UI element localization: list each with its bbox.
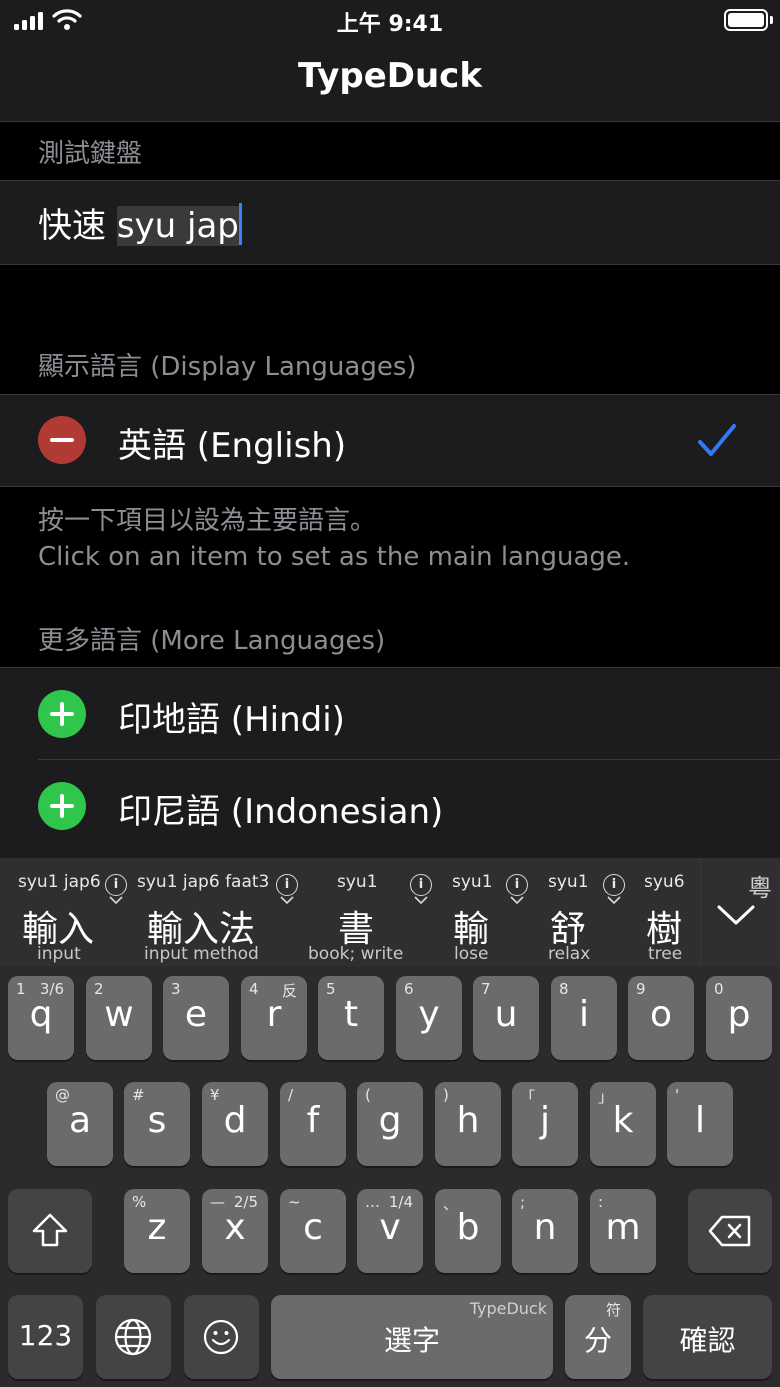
key-a[interactable]: @ a [47,1082,113,1166]
committed-text: 快速 [38,206,106,246]
info-icon[interactable]: i [506,874,528,896]
candidate-gloss: tree [648,944,683,964]
shift-key[interactable] [8,1189,92,1273]
key-k[interactable]: 」 k [590,1082,656,1166]
battery-tip [770,16,773,24]
info-icon[interactable]: i [276,874,298,896]
candidate-jyutping: syu1 jap6 faat3 [137,872,270,892]
key-j[interactable]: 「j [512,1082,578,1166]
candidate-jyutping: syu1 jap6 [18,872,101,892]
key-b[interactable]: 、 b [435,1189,501,1273]
more-languages-header: 更多語言 (More Languages) [38,626,386,656]
key-t[interactable]: 5t [318,976,384,1060]
backspace-key[interactable] [688,1189,772,1273]
candidate-gloss: lose [454,944,489,964]
chevron-down-icon [280,896,294,904]
key-e[interactable]: 3e [163,976,229,1060]
row-separator [38,759,780,760]
key-n[interactable]: ; n [512,1189,578,1273]
language-row-english[interactable] [0,394,780,487]
emoji-key[interactable] [184,1295,259,1379]
info-icon[interactable]: i [603,874,625,896]
checkmark-icon [698,424,736,456]
candidate-gloss: book; write [308,944,404,964]
battery-icon [724,9,768,31]
display-languages-footer: 按一下項目以設為主要語言。 Click on an item to set as… [38,503,630,575]
key-g[interactable]: (g [357,1082,423,1166]
key-u[interactable]: 7u [473,976,539,1060]
candidate-jyutping: syu6 [644,872,685,892]
key-q[interactable]: 1 3/6 q [8,976,74,1060]
candidate-jyutping: syu1 [452,872,493,892]
footer-text-en: Click on an item to set as the main lang… [38,542,631,572]
key-f[interactable]: / f [280,1082,346,1166]
navigation-bar: TypeDuck [0,40,780,122]
marked-text: syu jap [116,206,239,246]
numbers-key[interactable]: 123 [8,1295,83,1379]
candidate-bar: syu1 jap6 輸入 input i syu1 jap6 faat3 輸入法… [0,858,780,966]
backspace-icon [708,1215,751,1247]
language-label-indonesian[interactable]: 印尼語 (Indonesian) [118,784,443,833]
test-text-input[interactable]: 快速 syu jap [38,198,242,247]
chevron-down-icon [510,896,524,904]
chevron-down-icon [109,896,123,904]
language-indicator: 粵 [748,874,772,902]
candidate-5[interactable]: syu6 樹 tree [644,866,694,966]
language-label-hindi[interactable]: 印地語 (Hindi) [118,692,345,741]
candidate-2[interactable]: syu1 書 book; write [306,866,406,966]
confirm-key[interactable]: 確認 [643,1295,772,1379]
globe-icon [114,1318,152,1356]
key-z[interactable]: % z [124,1189,190,1273]
key-x[interactable]: —2/5 x [202,1189,268,1273]
key-d[interactable]: ¥ d [202,1082,268,1166]
status-time: 上午 9:41 [336,12,444,37]
key-p[interactable]: 0p [706,976,772,1060]
key-i[interactable]: 8i [551,976,617,1060]
candidate-3[interactable]: syu1 輸 lose [452,866,502,966]
globe-key[interactable] [96,1295,171,1379]
display-languages-header: 顯示語言 (Display Languages) [38,352,417,382]
page-title: TypeDuck [298,56,482,96]
key-w[interactable]: 2w [86,976,152,1060]
chevron-down-icon [607,896,621,904]
key-h[interactable]: ) h [435,1082,501,1166]
key-c[interactable]: ~ c [280,1189,346,1273]
candidate-jyutping: syu1 [548,872,589,892]
smiley-icon [203,1319,239,1355]
key-m[interactable]: :m [590,1189,656,1273]
key-o[interactable]: 9o [628,976,694,1060]
key-s[interactable]: # s [124,1082,190,1166]
text-caret [238,203,242,245]
candidate-4[interactable]: syu1 舒 relax [548,866,598,966]
space-key[interactable]: TypeDuck 選字 [271,1295,553,1379]
candidate-gloss: relax [548,944,591,964]
status-bar: 上午 9:41 [0,0,780,40]
key-r[interactable]: 4反r [241,976,307,1060]
candidate-gloss: input method [144,944,259,964]
candidate-gloss: input [37,944,81,964]
chevron-down-icon [414,896,428,904]
space-key-brand: TypeDuck [469,1299,547,1318]
key-l[interactable]: ' l [667,1082,733,1166]
typeduck-keyboard: syu1 jap6 輸入 input i syu1 jap6 faat3 輸入法… [0,858,780,1387]
test-keyboard-header: 測試鍵盤 [38,139,143,169]
candidate-jyutping: syu1 [337,872,378,892]
key-y[interactable]: 6y [396,976,462,1060]
candidate-1[interactable]: syu1 jap6 faat3 輸入法 input method [137,866,282,966]
info-icon[interactable]: i [410,874,432,896]
footer-text-zh: 按一下項目以設為主要語言。 [38,506,377,536]
add-language-button-hindi[interactable] [38,690,86,738]
key-v[interactable]: … 1/4 v [357,1189,423,1273]
separator-key[interactable]: 符分 [565,1295,631,1379]
shift-icon [32,1213,68,1247]
add-language-button-indonesian[interactable] [38,782,86,830]
expand-candidates-button[interactable]: 粵 [700,858,780,966]
language-label-english: 英語 (English) [118,426,347,466]
space-key-label: 選字 [383,1324,440,1357]
chevron-down-icon [717,905,755,925]
remove-language-button[interactable] [38,416,86,464]
info-icon[interactable]: i [105,874,127,896]
